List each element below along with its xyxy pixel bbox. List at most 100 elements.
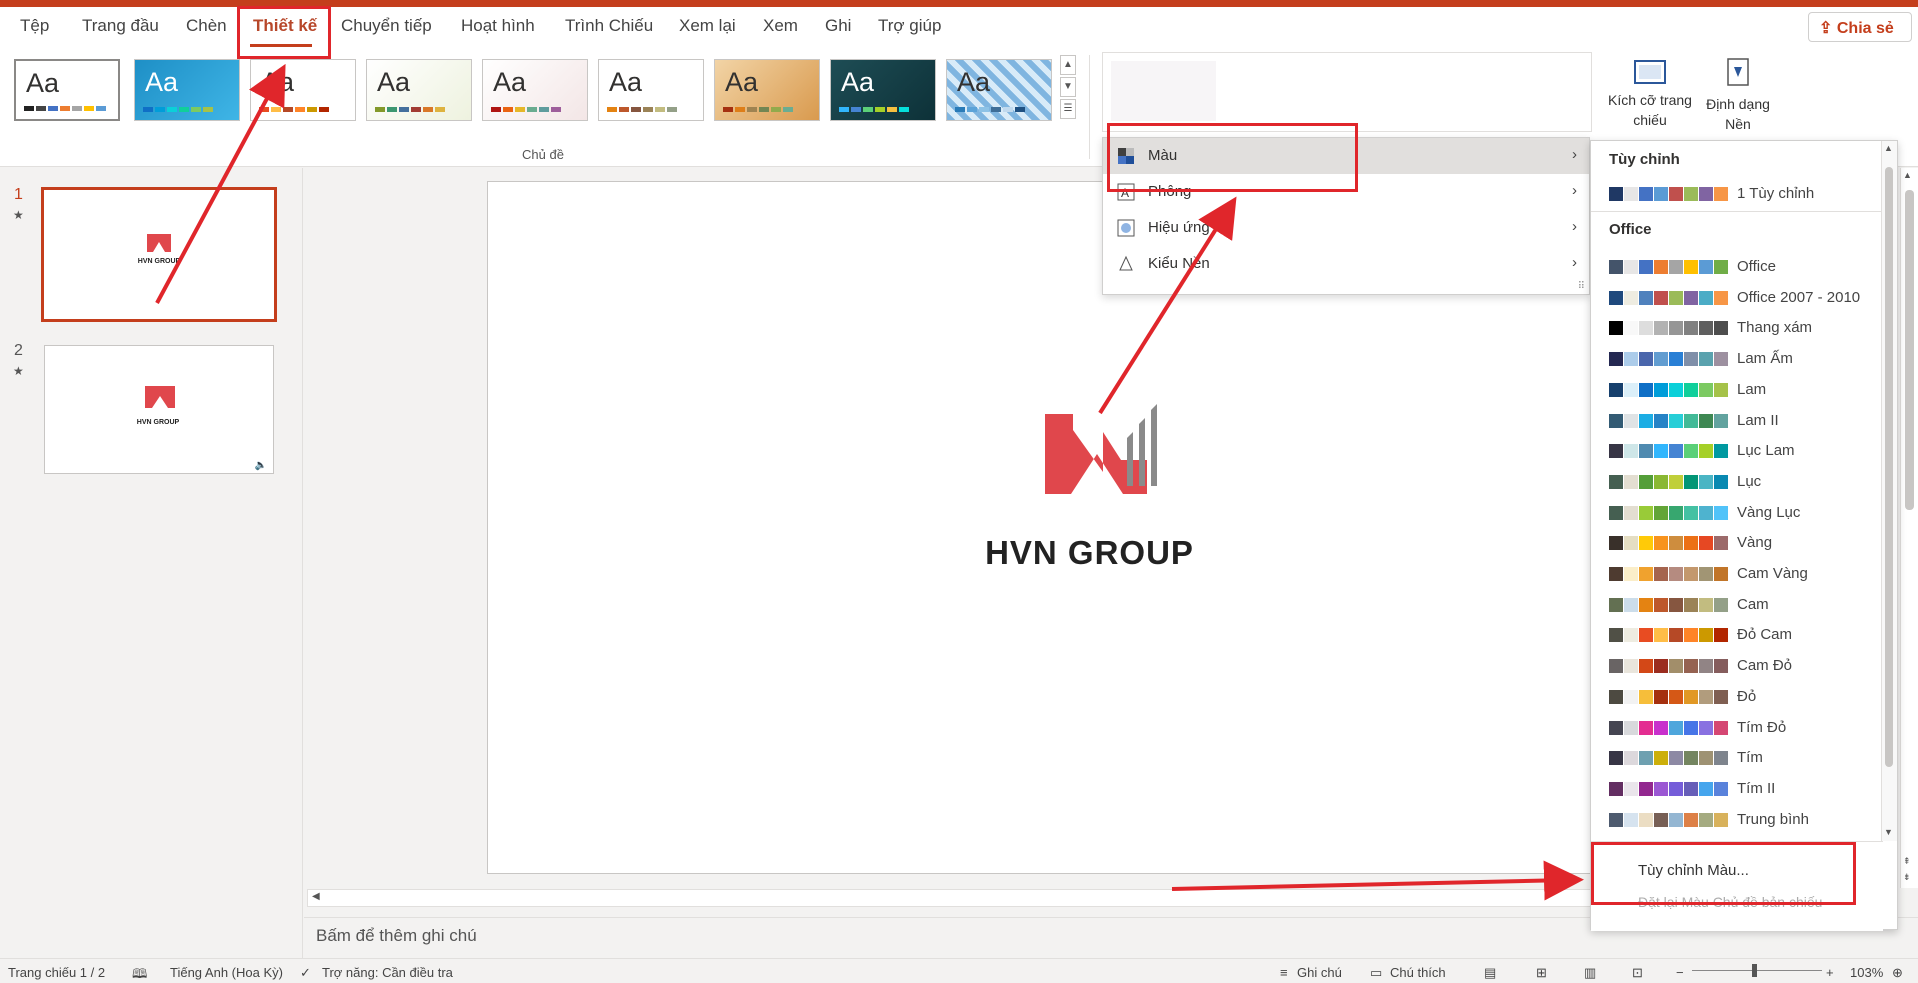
color-scheme-name: Lam [1737,380,1767,398]
slide-thumb-2[interactable]: HVN GROUP 🔈 [44,345,274,474]
color-strip [1609,720,1729,735]
color-swatch [1624,628,1638,643]
notes-placeholder: Bấm để thêm ghi chú [316,926,477,945]
share-button[interactable]: ⇪ Chia sẻ [1808,12,1912,42]
color-swatch [1654,781,1668,796]
spellcheck-icon[interactable]: 🕮 [132,965,147,983]
normal-view-icon[interactable]: ▤ [1484,965,1496,981]
color-scheme-row[interactable]: Office [1609,256,1879,278]
color-swatch [1654,659,1668,674]
color-swatch [1684,382,1698,397]
scroll-thumb[interactable] [1905,190,1914,510]
color-swatch [1639,597,1653,612]
color-scheme-custom-1[interactable]: 1 Tùy chỉnh [1609,183,1879,205]
zoom-slider[interactable] [1692,970,1822,971]
variant-thumb[interactable] [1111,61,1216,121]
variants-gallery [1102,52,1592,132]
reading-view-icon[interactable]: ▥ [1584,965,1596,981]
color-scheme-row[interactable]: Đỏ [1609,686,1879,708]
fit-slide-icon[interactable]: ⊕ [1892,965,1903,981]
theme-thumb-office[interactable]: Aa [14,59,120,121]
color-strip [1609,260,1729,274]
submenu-scroll-thumb[interactable] [1885,167,1893,767]
tab-record[interactable]: Ghi [825,16,851,36]
color-swatch [1669,474,1683,489]
vertical-scrollbar[interactable]: ▲ ⇞ ⇟ [1900,168,1918,888]
next-slide-icon[interactable]: ⇟ [1903,872,1911,883]
theme-thumb-pattern[interactable]: Aa [946,59,1052,121]
color-swatch [1714,382,1728,397]
scroll-down-icon[interactable]: ▼ [1884,827,1893,837]
color-swatch [1639,290,1653,305]
color-swatch [1624,321,1638,336]
color-scheme-row[interactable]: Lục [1609,471,1879,493]
color-swatch [1639,689,1653,704]
zoom-level[interactable]: 103% [1850,965,1883,980]
tab-transitions[interactable]: Chuyển tiếp [341,16,432,36]
horizontal-scrollbar[interactable]: ◀ [307,889,1667,907]
color-scheme-row[interactable]: Lam II [1609,410,1879,432]
color-swatch [1714,720,1728,735]
color-swatch [1654,260,1668,274]
color-scheme-row[interactable]: Trung bình [1609,809,1879,831]
scroll-up-icon[interactable]: ▲ [1903,170,1912,180]
format-background-button[interactable]: Định dạng Nền [1700,55,1776,134]
language-label[interactable]: Tiếng Anh (Hoa Kỳ) [170,965,283,980]
color-scheme-row[interactable]: Cam Vàng [1609,563,1879,585]
theme-thumb-dark-teal[interactable]: Aa [830,59,936,121]
comments-icon: ▭ [1370,965,1383,980]
color-scheme-row[interactable]: Cam Đỏ [1609,655,1879,677]
color-scheme-row[interactable]: Đỏ Cam [1609,624,1879,646]
tab-home[interactable]: Trang đầu [82,16,159,36]
color-scheme-row[interactable]: Lam Ấm [1609,348,1879,370]
theme-thumb-blue[interactable]: Aa [134,59,240,121]
scroll-up-icon[interactable]: ▲ [1884,143,1893,153]
color-swatch [1714,597,1728,612]
zoom-slider-thumb[interactable] [1752,964,1757,977]
color-scheme-row[interactable]: Tím II [1609,778,1879,800]
gallery-down-icon[interactable]: ▼ [1060,77,1076,97]
tab-slideshow[interactable]: Trình Chiếu [565,16,653,36]
color-scheme-row[interactable]: Tím [1609,747,1879,769]
color-scheme-row[interactable]: Lục Lam [1609,440,1879,462]
color-swatch [1684,413,1698,428]
tab-insert[interactable]: Chèn [186,16,227,36]
tab-review[interactable]: Xem lại [679,16,736,36]
theme-thumb-organic[interactable]: Aa [366,59,472,121]
tab-animations[interactable]: Hoạt hình [461,16,535,36]
color-scheme-row[interactable]: Vàng [1609,532,1879,554]
color-scheme-row[interactable]: Office 2007 - 2010 [1609,287,1879,309]
color-swatch [1684,689,1698,704]
sorter-view-icon[interactable]: ⊞ [1536,965,1547,981]
notes-toggle[interactable]: Ghi chú [1297,965,1342,980]
color-scheme-row[interactable]: Tím Đỏ [1609,717,1879,739]
accessibility-label[interactable]: Trợ năng: Cần điều tra [322,965,453,980]
color-swatch [1699,505,1713,520]
slide-size-button[interactable]: Kích cỡ trang chiếu [1608,55,1692,130]
gallery-more-icon[interactable]: ☰ [1060,99,1076,119]
prev-slide-icon[interactable]: ⇞ [1903,856,1911,867]
theme-thumb-ion[interactable]: Aa [482,59,588,121]
theme-thumb-facet[interactable]: Aa [250,59,356,121]
tab-file[interactable]: Tệp [20,16,49,36]
menu-item-effects[interactable]: Hiệu ứng › [1103,210,1589,246]
color-scheme-row[interactable]: Vàng Lục [1609,502,1879,524]
color-scheme-row[interactable]: Thang xám [1609,317,1879,339]
color-scheme-row[interactable]: Lam [1609,379,1879,401]
theme-thumb-retrospect[interactable]: Aa [598,59,704,121]
slideshow-view-icon[interactable]: ⊡ [1632,965,1643,981]
tab-view[interactable]: Xem [763,16,798,36]
tab-help[interactable]: Trợ giúp [878,16,941,36]
submenu-scrollbar[interactable]: ▲ ▼ [1881,141,1897,841]
gallery-up-icon[interactable]: ▲ [1060,55,1076,75]
slide-thumb-1[interactable]: HVN GROUP [41,187,277,322]
theme-thumb-wisp[interactable]: Aa [714,59,820,121]
zoom-out-icon[interactable]: − [1676,965,1684,980]
resize-grip-icon[interactable]: ⠿ [1578,281,1585,292]
zoom-in-icon[interactable]: + [1826,965,1834,980]
menu-item-background-styles[interactable]: Kiểu Nền › [1103,246,1589,282]
comments-toggle[interactable]: Chú thích [1390,965,1446,980]
scroll-left-icon[interactable]: ◀ [312,891,320,902]
color-scheme-row[interactable]: Cam [1609,594,1879,616]
color-swatch [1609,413,1623,428]
